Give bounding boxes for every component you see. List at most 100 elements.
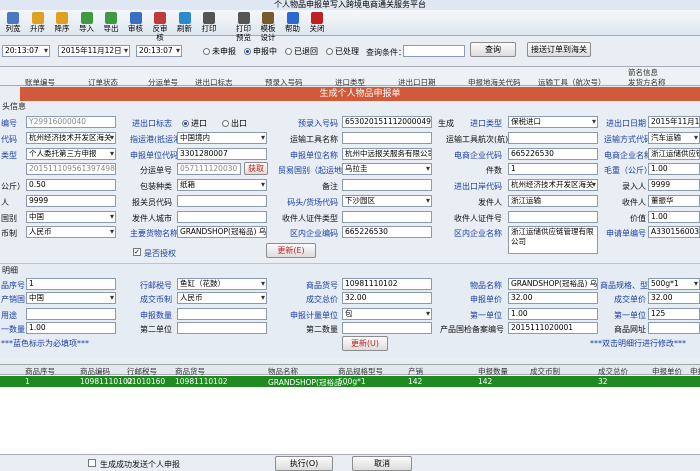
detail-field-input[interactable] (177, 308, 267, 320)
sort-desc-icon (56, 12, 68, 24)
status-radio-3[interactable]: 已处理 (326, 47, 359, 56)
mid-field-input[interactable]: 3301280007 (177, 148, 267, 160)
r3-field-input[interactable]: A330156003920 (648, 226, 700, 238)
r1-field-input[interactable] (342, 132, 432, 144)
detail-field-input[interactable]: 32.00 (508, 292, 598, 304)
toolbar-button-8[interactable]: 打印 (198, 11, 220, 35)
r1-field-input[interactable]: 653020151112000049 (342, 116, 432, 128)
detail-left-input[interactable]: 1.00 (26, 322, 116, 334)
r1-field-input[interactable]: 665226530 (342, 226, 432, 238)
authorize-checkbox[interactable]: ✓ (133, 248, 141, 256)
detail-field-input[interactable]: 1.00 (508, 308, 598, 320)
r3-field-input[interactable]: 1.00 (648, 163, 700, 175)
r2-field-input[interactable] (508, 132, 598, 144)
mid-field-input[interactable] (177, 211, 267, 223)
detail-field-input[interactable]: 32.00 (648, 292, 700, 304)
r2-field-input[interactable]: 浙江运输 (508, 195, 598, 207)
toolbar-button-10[interactable]: 模板设计 (257, 11, 279, 42)
detail-field-input[interactable] (648, 322, 700, 334)
table-cell: 10981110102 (80, 377, 133, 386)
detail-field-input[interactable]: 2015111020001 (508, 322, 598, 334)
detail-left-input[interactable]: 1 (26, 278, 116, 290)
toolbar-button-1[interactable]: 升序 (27, 11, 49, 35)
left-field-input[interactable]: 9999 (26, 195, 116, 207)
status-radio-1[interactable]: 申报中 (244, 47, 277, 56)
status-radio-0[interactable]: 未申报 (203, 47, 236, 56)
r3-field-input[interactable]: 9999 (648, 179, 700, 191)
r2-field-input[interactable] (508, 211, 598, 223)
send-after-generate-checkbox[interactable] (88, 459, 96, 467)
detail-field-input[interactable]: GRANDSHOP(冠裕品) 乌拉圭 (508, 278, 598, 290)
r3-field-input[interactable]: 汽车运输 (648, 132, 700, 144)
detail-field-input[interactable]: 人民币 (177, 292, 267, 304)
send-to-customs-button[interactable]: 接送订单到海关 (527, 42, 591, 57)
time-from-input[interactable]: 20:13:07 (2, 45, 50, 57)
table-row[interactable]: 1 10981110102 01010160 10981110102 GRANDSHOP… (0, 376, 700, 387)
toolbar-button-0[interactable]: 列宽 (2, 11, 24, 35)
left-field-input[interactable]: 人民币 (26, 226, 116, 238)
update-header-button[interactable]: 更新(E) (266, 243, 316, 258)
execute-button[interactable]: 执行(O) (275, 456, 333, 471)
get-button[interactable]: 获取 (244, 162, 268, 175)
toolbar-button-11[interactable]: 帮助 (282, 11, 304, 35)
toolbar-button-4[interactable]: 导出 (100, 11, 122, 35)
filter-bar: 20:13:07 2015年11月12日 20:13:07 未申报 申报中 已退回 已… (0, 38, 700, 62)
detail-left-input[interactable] (26, 308, 116, 320)
left-field-input[interactable]: 0.50 (26, 179, 116, 191)
mid-field-input[interactable]: GRANDSHOP(冠裕品) 乌拉圭 (177, 226, 267, 238)
status-radio-2[interactable]: 已退回 (285, 47, 318, 56)
dialog-title: 生成个人物品申报单 (20, 87, 700, 101)
time-to-input[interactable]: 20:13:07 (136, 45, 182, 57)
r3-field-label: 价值 (630, 214, 646, 223)
io-radio-1[interactable]: 出口 (222, 118, 247, 129)
toolbar-button-9[interactable]: 打印预览 (233, 11, 255, 42)
r2-field-input[interactable]: 保税进口 (508, 116, 598, 128)
toolbar-button-5[interactable]: 审核 (125, 11, 147, 35)
r1-field-input[interactable] (342, 179, 432, 191)
r2-field-input[interactable]: 1 (508, 163, 598, 175)
mid-field-input[interactable]: 纸箱 (177, 179, 267, 191)
status-radio-group: 未申报 申报中 已退回 已处理 (203, 46, 367, 57)
r3-field-input[interactable]: 浙江运储供应链 (648, 148, 700, 160)
detail-field-input[interactable] (177, 322, 267, 334)
toolbar-button-2[interactable]: 降序 (51, 11, 73, 35)
mid-field-input[interactable]: 057111120030 (177, 163, 241, 175)
r1-field-input[interactable]: 杭州中远报关服务有限公司 (342, 148, 432, 160)
r1-field-input[interactable]: 下沙园区 (342, 195, 432, 207)
left-field-input[interactable]: 中国 (26, 211, 116, 223)
left-field-input[interactable]: 201511109561397498I (26, 163, 116, 175)
cancel-button[interactable]: 取消 (352, 456, 412, 471)
toolbar-button-3[interactable]: 导入 (76, 11, 98, 35)
r3-field-input[interactable]: 1.00 (648, 211, 700, 223)
detail-field-input[interactable]: 500g*1 (648, 278, 700, 290)
mid-field-input[interactable]: 中国境内 (177, 132, 267, 144)
detail-field-input[interactable]: 10981110102 (342, 278, 432, 290)
detail-left-input[interactable]: 中国 (26, 292, 116, 304)
detail-field-input[interactable] (342, 322, 432, 334)
query-button[interactable]: 查询 (470, 42, 516, 57)
r2-field-input[interactable]: 浙江运储供应链管理有限公司 (508, 226, 598, 254)
detail-field-input[interactable]: 32.00 (342, 292, 432, 304)
header-info-section: 头信息 编号Y29916000040代码杭州经济技术开发区海关类型个人委托第三方… (0, 101, 700, 261)
r1-field-input[interactable]: 乌拉圭 (342, 163, 432, 175)
detail-field-input[interactable]: 鱼缸（花鼓） (177, 278, 267, 290)
toolbar-button-7[interactable]: 刷新 (174, 11, 196, 35)
r1-field-input[interactable] (342, 211, 432, 223)
toolbar-button-6[interactable]: 反审核 (149, 11, 171, 42)
left-field-input[interactable]: 杭州经济技术开发区海关 (26, 132, 116, 144)
detail-field-input[interactable]: 包 (342, 308, 432, 320)
r3-field-input[interactable]: 2015年11月12日 (648, 116, 700, 128)
left-field-input[interactable]: 个人委托第三方申报 (26, 148, 116, 160)
detail-field-input[interactable]: 125 (648, 308, 700, 320)
r2-field-input[interactable]: 杭州经济技术开发区海关 (508, 179, 598, 191)
left-field-input[interactable]: Y29916000040 (26, 116, 116, 128)
query-input[interactable] (403, 45, 465, 57)
update-detail-button[interactable]: 更新(U) (342, 336, 388, 351)
mid-field-input[interactable] (177, 195, 267, 207)
r3-field-input[interactable]: 董振华 (648, 195, 700, 207)
date-to-input[interactable]: 2015年11月12日 (58, 45, 130, 57)
toolbar-button-12[interactable]: 关闭 (306, 11, 328, 35)
io-radio-0[interactable]: 进口 (182, 118, 207, 129)
toolbar-label: 列宽 (5, 24, 21, 33)
r2-field-input[interactable]: 665226530 (508, 148, 598, 160)
